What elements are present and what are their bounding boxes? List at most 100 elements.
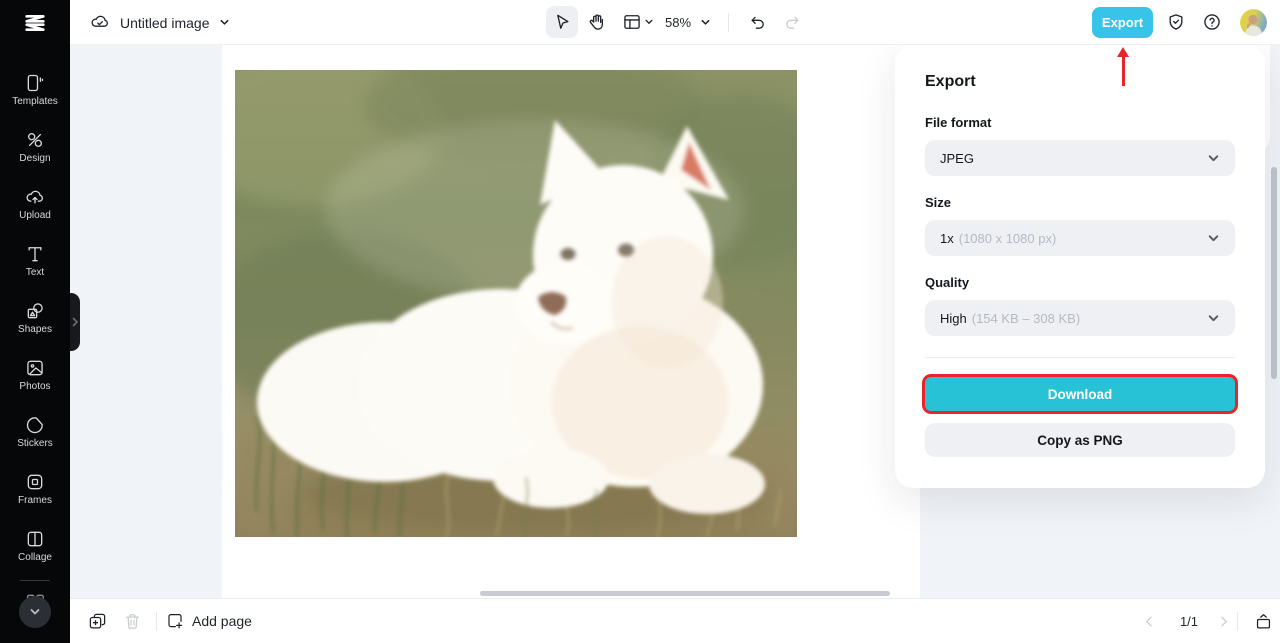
text-icon	[28, 247, 42, 262]
toolbar-divider	[728, 13, 729, 32]
cloud-sync-button[interactable]	[84, 6, 116, 38]
bottombar-divider	[1237, 612, 1238, 631]
quality-select[interactable]: High (154 KB – 308 KB)	[925, 300, 1235, 336]
sidebar-item-label: Stickers	[17, 438, 53, 449]
sidebar-item-stickers[interactable]: Stickers	[0, 415, 70, 455]
upload-icon	[26, 190, 43, 204]
panel-divider	[925, 357, 1235, 358]
help-button[interactable]	[1196, 6, 1228, 38]
quality-detail: (154 KB – 308 KB)	[971, 310, 1081, 326]
shapes-icon	[27, 303, 43, 319]
sidebar-item-label: Collage	[18, 552, 52, 563]
zoom-level-value: 58%	[665, 15, 692, 30]
sidebar-item-label: Shapes	[18, 324, 52, 335]
sidebar-item-label: Text	[25, 267, 45, 278]
chevron-right-icon	[72, 317, 78, 327]
expand-icon	[1256, 613, 1270, 628]
page-indicator: 1/1	[1179, 614, 1199, 629]
puppy-image-layer[interactable]	[235, 70, 797, 537]
frames-icon	[27, 474, 43, 490]
canvas-layout-button[interactable]	[616, 6, 660, 38]
size-label: Size	[925, 195, 952, 210]
topbar: Untitled image 58% Export	[70, 0, 1280, 45]
sidebar: Templates Design Upload Shapes Text Shap…	[0, 0, 70, 643]
chevron-down-icon	[701, 19, 710, 25]
bottombar-divider	[156, 612, 157, 631]
collage-icon	[27, 531, 43, 547]
next-page-button[interactable]	[1208, 606, 1238, 636]
hand-icon	[589, 14, 603, 30]
quality-label: Quality	[925, 275, 970, 290]
file-format-select[interactable]: JPEG	[925, 140, 1235, 176]
help-icon	[1204, 14, 1220, 30]
sidebar-item-label: Design	[19, 153, 51, 164]
panel-expand-handle[interactable]	[70, 293, 80, 351]
stickers-icon	[26, 417, 43, 434]
chevron-right-icon	[1220, 616, 1227, 626]
zoom-level-control[interactable]: 58%	[665, 0, 711, 45]
sidebar-item-shapes[interactable]: Shapes	[0, 301, 70, 341]
delete-page-button[interactable]	[117, 606, 147, 636]
chevron-down-icon	[1208, 314, 1219, 321]
annotation-arrow-icon	[1117, 47, 1129, 86]
sidebar-item-text[interactable]: Shapes Text	[0, 244, 70, 284]
cloud-check-icon	[91, 15, 108, 27]
bottombar: Add page 1/1	[70, 598, 1280, 643]
file-format-label: File format	[925, 115, 992, 130]
duplicate-icon	[89, 613, 105, 628]
project-title: Untitled image	[120, 14, 210, 31]
sidebar-item-upload[interactable]: Upload	[0, 187, 70, 227]
chevron-down-icon	[30, 609, 40, 615]
download-button[interactable]: Download	[925, 377, 1235, 411]
size-detail: (1080 x 1080 px)	[958, 230, 1057, 246]
size-select[interactable]: 1x (1080 x 1080 px)	[925, 220, 1235, 256]
select-tool-button[interactable]	[546, 6, 578, 38]
project-name-menu[interactable]: Untitled image	[120, 0, 230, 45]
vertical-scrollbar[interactable]	[1271, 167, 1277, 379]
undo-button[interactable]	[742, 6, 774, 38]
file-format-value: JPEG	[940, 150, 974, 166]
design-icon	[28, 133, 42, 147]
hand-tool-button[interactable]	[581, 6, 613, 38]
capcut-logo-icon[interactable]	[0, 0, 70, 45]
redo-icon	[786, 16, 799, 29]
add-page-icon	[168, 614, 183, 629]
chevron-left-icon	[1145, 616, 1152, 626]
duplicate-page-button[interactable]	[82, 606, 112, 636]
export-panel-title: Export	[925, 73, 976, 90]
chevron-down-icon	[220, 19, 228, 25]
export-panel: Export File format JPEG Size 1x (1080 x …	[895, 45, 1265, 488]
sidebar-item-label: Photos	[19, 381, 51, 392]
quality-value: High	[940, 310, 967, 326]
fullscreen-button[interactable]	[1248, 606, 1278, 636]
shield-check-icon	[1169, 14, 1183, 30]
add-page-button[interactable]: Add page	[166, 606, 252, 636]
trash-icon	[125, 613, 139, 629]
cursor-icon	[557, 14, 569, 29]
sidebar-item-photos[interactable]: Photos	[0, 358, 70, 398]
sidebar-collapse-button[interactable]	[19, 596, 51, 628]
sidebar-item-label: Upload	[19, 210, 51, 221]
copy-as-png-button[interactable]: Copy as PNG	[925, 423, 1235, 457]
sidebar-item-collage[interactable]: Collage	[0, 529, 70, 569]
photos-icon	[27, 360, 43, 376]
previous-page-button[interactable]	[1134, 606, 1164, 636]
sidebar-item-design[interactable]: Design	[0, 130, 70, 170]
sidebar-item-templates[interactable]: Templates	[0, 73, 70, 113]
safety-button[interactable]	[1160, 6, 1192, 38]
sidebar-item-label: Templates	[12, 96, 58, 107]
add-page-label: Add page	[192, 613, 252, 629]
chevron-down-icon	[645, 19, 653, 24]
chevron-down-icon	[1208, 234, 1219, 241]
user-avatar[interactable]	[1240, 9, 1267, 36]
export-button[interactable]: Export	[1092, 7, 1153, 38]
sidebar-item-frames[interactable]: Frames	[0, 472, 70, 512]
sidebar-item-label: Frames	[18, 495, 52, 506]
undo-icon	[751, 16, 764, 29]
capcut-editor: Templates Design Upload Shapes Text Shap…	[0, 0, 1280, 643]
templates-icon	[27, 74, 44, 92]
chevron-down-icon	[1208, 154, 1219, 161]
horizontal-scrollbar[interactable]	[480, 591, 890, 596]
redo-button[interactable]	[776, 6, 808, 38]
sidebar-divider	[20, 580, 50, 581]
